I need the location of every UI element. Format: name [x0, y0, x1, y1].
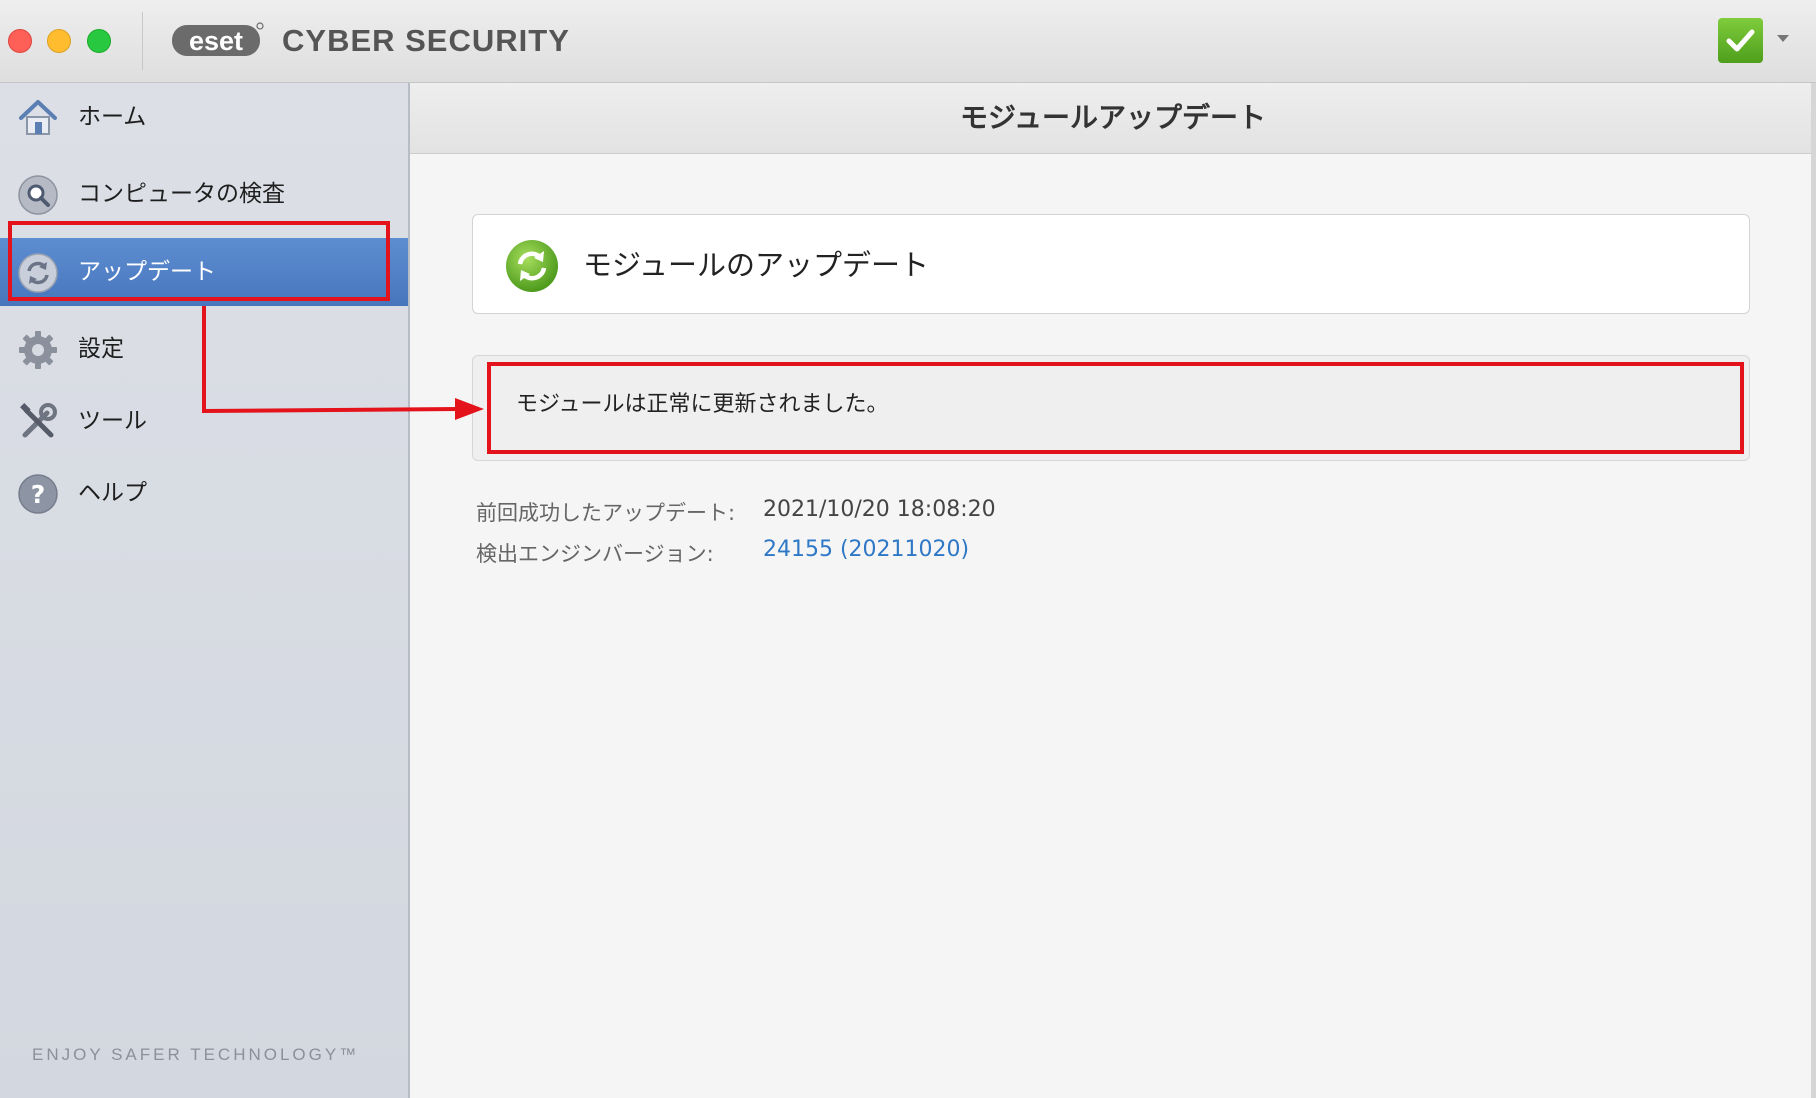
engine-version-link[interactable]: 24155 (20211020)	[763, 537, 969, 562]
gear-icon	[19, 331, 57, 369]
annotation-highlight-message	[487, 362, 1744, 454]
last-update-value: 2021/10/20 18:08:20	[763, 497, 996, 522]
window-minimize-button[interactable]	[47, 29, 71, 53]
titlebar-divider	[142, 12, 143, 70]
title-bar: eset CYBER SECURITY	[0, 0, 1816, 83]
svg-text:?: ?	[31, 480, 46, 509]
magnifier-icon	[18, 175, 58, 215]
home-icon	[19, 100, 57, 135]
protection-status-button[interactable]	[1718, 18, 1763, 63]
sidebar-item-tools[interactable]: ツール	[0, 387, 408, 455]
engine-version-label: 検出エンジンバージョン:	[476, 542, 714, 566]
checkmark-icon	[1726, 29, 1755, 52]
sidebar-item-label: コンピュータの検査	[78, 181, 285, 207]
eset-logo: eset	[170, 22, 264, 58]
sidebar-item-help[interactable]: ? ヘルプ	[0, 459, 408, 527]
sidebar-item-label: ツール	[78, 408, 147, 434]
sidebar-item-computer-scan[interactable]: コンピュータの検査	[0, 160, 408, 228]
sidebar-item-label: 設定	[78, 336, 124, 362]
sidebar-item-settings[interactable]: 設定	[0, 315, 408, 383]
window-right-edge	[1811, 83, 1816, 1098]
tagline: ENJOY SAFER TECHNOLOGY™	[32, 1045, 360, 1064]
update-status-icon	[506, 240, 558, 292]
sidebar-item-label: ホーム	[78, 104, 147, 130]
card-title: モジュールのアップデート	[583, 248, 929, 282]
tools-icon	[20, 403, 57, 438]
module-update-card: モジュールのアップデート	[472, 214, 1750, 314]
sidebar-item-home[interactable]: ホーム	[0, 83, 408, 151]
svg-text:eset: eset	[189, 26, 243, 56]
page-title: モジュールアップデート	[410, 83, 1816, 154]
window-zoom-button[interactable]	[87, 29, 111, 53]
sidebar-item-label: ヘルプ	[78, 480, 147, 506]
last-update-label: 前回成功したアップデート:	[476, 501, 736, 525]
app-title: CYBER SECURITY	[282, 23, 570, 58]
help-icon: ?	[18, 474, 58, 514]
window-close-button[interactable]	[8, 29, 32, 53]
dropdown-caret-icon[interactable]	[1776, 34, 1790, 44]
annotation-highlight-update	[8, 221, 390, 301]
